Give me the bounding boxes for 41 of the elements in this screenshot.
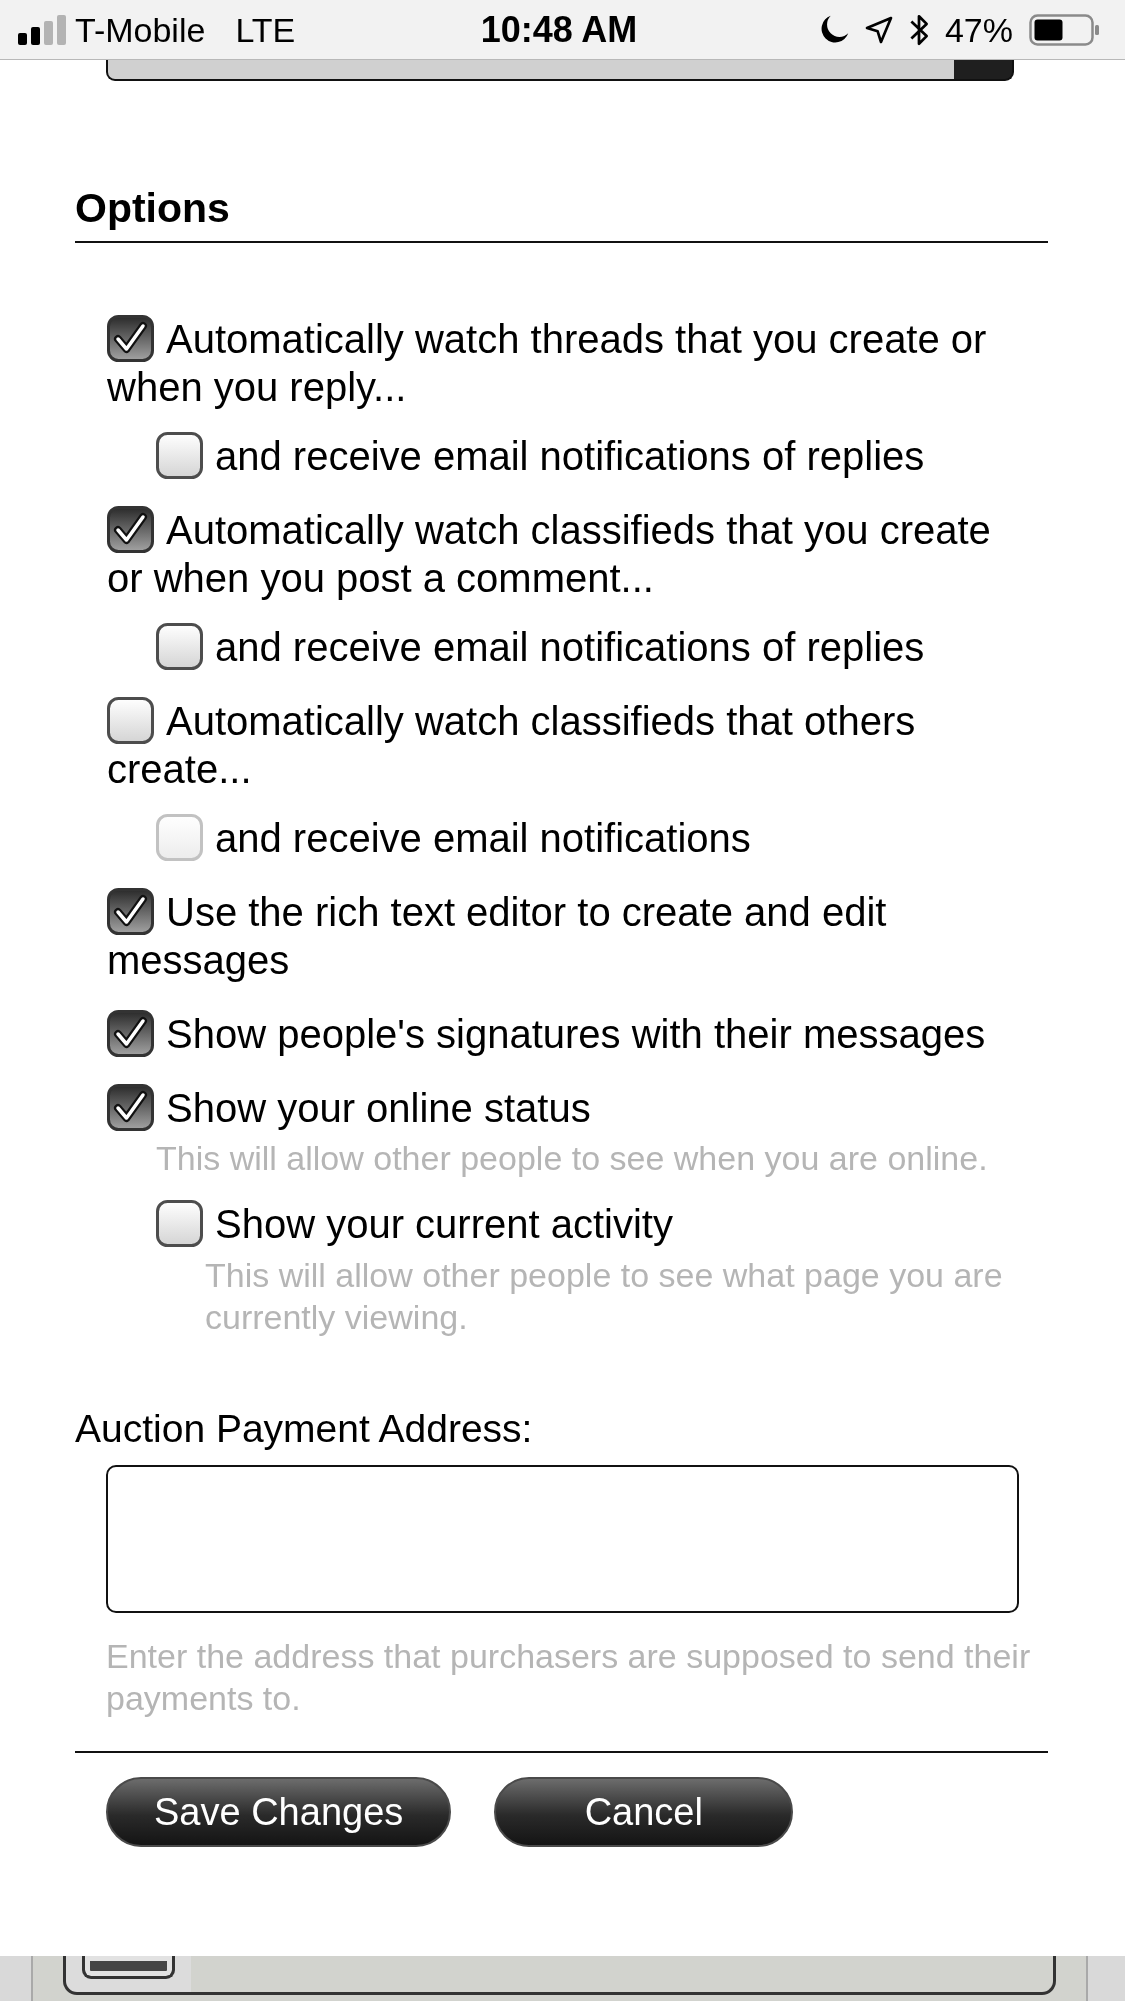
checkbox[interactable] [107,1010,154,1057]
check-icon [114,322,147,353]
check-icon [114,513,147,544]
checkbox-option[interactable]: Show your online status [107,1084,591,1132]
checkbox[interactable] [107,1084,154,1131]
checkbox[interactable] [107,315,154,362]
checkbox[interactable] [156,1200,203,1247]
checkbox-option[interactable]: Use the rich text editor to create and edit messages [107,888,1027,984]
section-heading: Options [75,186,230,230]
option-hint: This will allow other people to see when you are online. [156,1138,989,1179]
checkbox-option[interactable]: Automatically watch classifieds that others create... [107,697,1027,793]
check-icon [114,895,147,926]
checkbox[interactable] [107,697,154,744]
checkbox[interactable] [156,623,203,670]
battery-percent: 47% [944,9,1013,50]
checkbox-option[interactable]: Automatically watch threads that you create or when you reply... [107,315,1027,411]
check-icon [114,1091,147,1122]
checkbox[interactable] [156,432,203,479]
option-hint: This will allow other people to see what page you are currently viewing. [205,1255,1004,1338]
location-arrow-icon [864,15,893,44]
select-field[interactable] [106,60,1014,81]
moon-icon [819,15,849,44]
field-hint: Enter the address that purchasers are supposed to send their payments to. [106,1636,1032,1719]
network-type: LTE [235,9,296,50]
checkbox-option[interactable]: and receive email notifications of replies [156,432,925,480]
check-icon [114,1017,147,1048]
checkbox-option[interactable]: Show people's signatures with their messages [107,1010,986,1058]
carrier-name: T-Mobile [75,9,206,50]
field-label: Auction Payment Address: [75,1406,533,1452]
signal-icon [18,14,66,45]
clock-time: 10:48 AM [480,9,638,50]
checkbox-option[interactable]: and receive email notifications of replies [156,623,925,671]
cancel-button[interactable]: Cancel [494,1777,794,1847]
checkbox[interactable] [107,888,154,935]
bluetooth-icon [908,13,929,46]
battery-icon [1029,13,1100,46]
checkbox-option[interactable]: Show your current activity [156,1200,673,1248]
address-field[interactable] [106,1465,1019,1613]
save-button[interactable]: Save Changes [106,1777,452,1847]
checkbox-option[interactable]: Automatically watch classifieds that you create or when you post a comment... [107,506,1027,602]
checkbox[interactable] [107,506,154,553]
